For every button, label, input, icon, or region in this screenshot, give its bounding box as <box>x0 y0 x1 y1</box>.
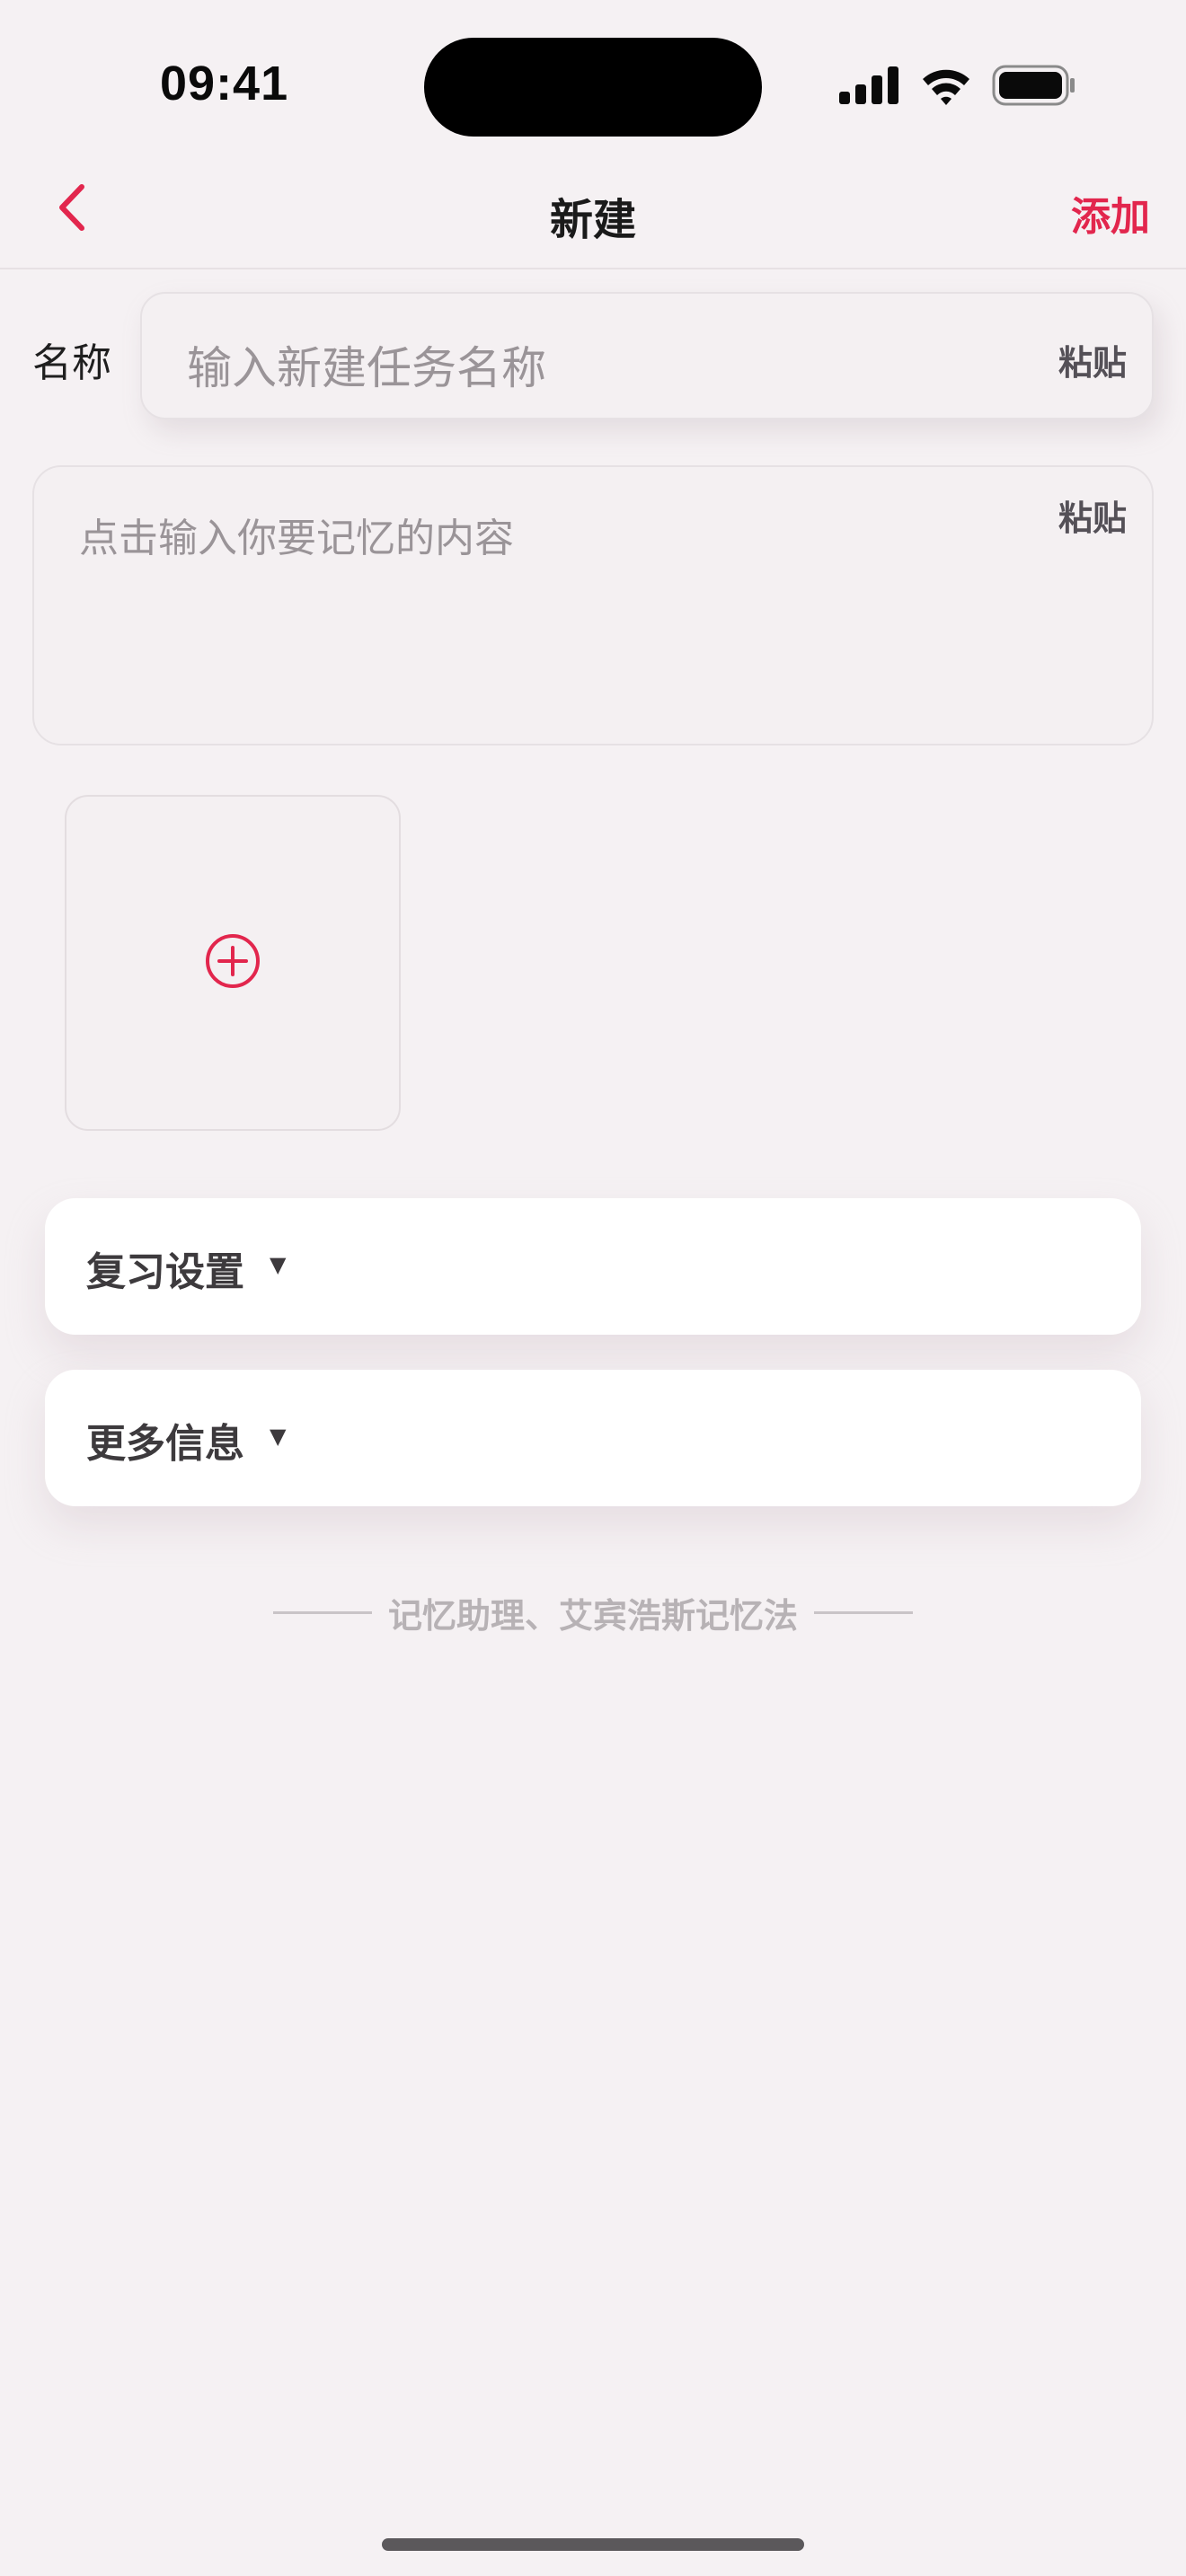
cellular-signal-icon <box>839 66 900 108</box>
caret-down-icon: ▼ <box>270 1424 287 1449</box>
footer-text: 记忆助理、艾宾浩斯记忆法 <box>387 1596 798 1636</box>
battery-icon <box>992 65 1076 110</box>
footer-divider-left <box>272 1611 372 1614</box>
dynamic-island <box>424 38 762 137</box>
nav-divider <box>0 268 1186 269</box>
chevron-left-icon <box>57 183 87 235</box>
status-icons <box>839 63 1076 111</box>
wifi-icon <box>920 66 972 109</box>
plus-circle-icon <box>204 932 261 993</box>
review-settings-label: 复习设置 <box>86 1249 244 1295</box>
footer: 记忆助理、艾宾浩斯记忆法 <box>0 1588 1186 1637</box>
caret-down-icon: ▼ <box>270 1252 287 1277</box>
name-input-placeholder: 输入新建任务名称 <box>187 342 546 394</box>
more-info-section[interactable]: 更多信息 ▼ <box>45 1370 1141 1506</box>
page-title: 新建 <box>549 195 636 245</box>
add-button[interactable]: 添加 <box>1024 184 1150 242</box>
home-indicator[interactable] <box>382 2538 804 2551</box>
add-image-button[interactable] <box>65 795 401 1131</box>
review-settings-section[interactable]: 复习设置 ▼ <box>45 1198 1141 1335</box>
status-time: 09:41 <box>160 57 289 110</box>
footer-divider-right <box>814 1611 913 1614</box>
more-info-label: 更多信息 <box>86 1421 244 1467</box>
name-paste-button[interactable]: 粘贴 <box>1058 335 1127 384</box>
back-button[interactable] <box>47 180 97 239</box>
content-placeholder: 点击输入你要记忆的内容 <box>79 516 514 561</box>
name-label: 名称 <box>32 340 111 386</box>
content-paste-button[interactable]: 粘贴 <box>1058 490 1127 540</box>
